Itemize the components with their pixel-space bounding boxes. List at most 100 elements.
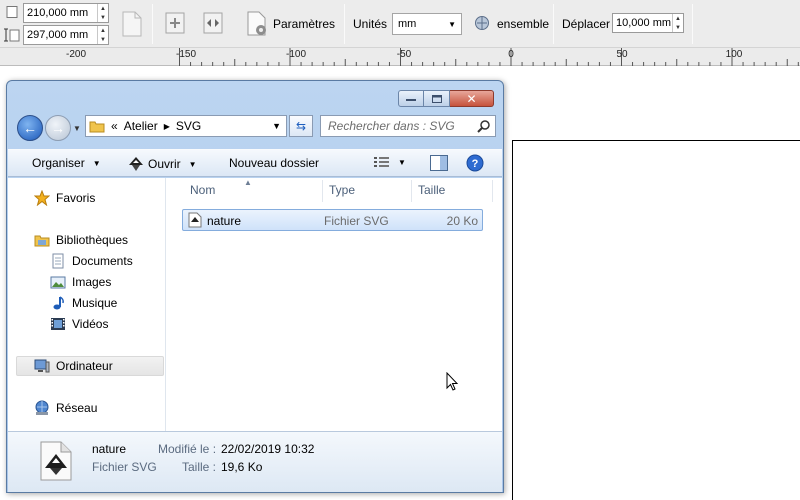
resize-page-icon[interactable] xyxy=(165,12,185,37)
page-width-icon xyxy=(5,5,19,22)
nav-favorites[interactable]: Favoris xyxy=(34,188,95,208)
nav-images[interactable]: Images xyxy=(50,272,111,292)
sort-ascending-icon: ▲ xyxy=(244,178,252,187)
mouse-cursor-icon xyxy=(446,372,459,391)
ensemble-label[interactable]: ensemble xyxy=(497,17,549,31)
view-options-button[interactable]: ▼ xyxy=(374,156,406,168)
page-icon[interactable] xyxy=(121,11,143,40)
horizontal-ruler: -200 -150 -100 -50 0 50 100 xyxy=(0,48,800,66)
nav-libraries-label: Bibliothèques xyxy=(56,233,129,247)
column-name[interactable]: Nom xyxy=(190,183,215,197)
ruler-label: -50 xyxy=(396,49,412,60)
toolbar-separator xyxy=(344,4,345,44)
nav-computer-label: Ordinateur xyxy=(56,359,113,373)
ensemble-icon xyxy=(474,15,490,34)
move-value: 10,000 mm xyxy=(616,17,672,29)
minimize-button[interactable] xyxy=(398,90,424,107)
column-size[interactable]: Taille xyxy=(418,183,445,197)
ruler-label: 0 xyxy=(508,49,514,60)
column-separator[interactable] xyxy=(322,180,323,202)
search-input[interactable] xyxy=(328,119,474,133)
nav-music-label: Musique xyxy=(72,296,118,310)
organize-button[interactable]: Organiser ▼ xyxy=(32,156,101,170)
file-name: nature xyxy=(207,214,242,228)
back-button[interactable]: ← xyxy=(17,115,43,141)
command-bar: Organiser ▼ Ouvrir ▼ Nouveau dossier ▼ ? xyxy=(8,149,502,177)
refresh-button[interactable]: ⇆ xyxy=(289,115,313,137)
preview-pane-button[interactable] xyxy=(430,155,448,171)
nav-computer[interactable]: Ordinateur xyxy=(34,356,113,376)
height-field[interactable]: 297,000 mm ▲ ▼ xyxy=(23,25,109,45)
toolbar-separator xyxy=(692,4,693,44)
nav-favorites-label: Favoris xyxy=(56,191,96,205)
document-settings-icon[interactable] xyxy=(246,11,270,40)
dialog-content: Favoris Bibliothèques Documents Images M… xyxy=(8,178,502,431)
column-separator[interactable] xyxy=(492,180,493,202)
height-value: 297,000 mm xyxy=(27,29,89,41)
toolbar-separator xyxy=(152,4,153,44)
history-dropdown-icon[interactable]: ▼ xyxy=(73,124,81,133)
ruler-label: 100 xyxy=(725,49,743,60)
chevron-down-icon: ▼ xyxy=(448,19,456,29)
file-row[interactable]: nature Fichier SVG 20 Ko xyxy=(182,209,483,231)
height-spinner[interactable]: ▲ ▼ xyxy=(97,26,108,44)
nav-documents[interactable]: Documents xyxy=(50,251,133,271)
ruler-label: -200 xyxy=(65,49,87,60)
new-folder-button[interactable]: Nouveau dossier xyxy=(229,156,319,170)
search-box[interactable] xyxy=(320,115,496,137)
nav-images-label: Images xyxy=(72,275,112,289)
computer-icon xyxy=(34,359,50,373)
width-field[interactable]: 210,000 mm ▲ ▼ xyxy=(23,3,109,23)
width-spinner[interactable]: ▲ ▼ xyxy=(97,4,108,22)
move-field[interactable]: 10,000 mm ▲ ▼ xyxy=(612,13,684,33)
details-size-value: 19,6 Ko xyxy=(221,460,263,474)
svg-text:?: ? xyxy=(472,158,479,170)
nav-libraries[interactable]: Bibliothèques xyxy=(34,230,128,250)
canvas-page[interactable] xyxy=(512,140,800,500)
images-icon xyxy=(50,276,66,289)
open-button[interactable]: Ouvrir ▼ xyxy=(128,156,197,172)
close-icon: ✕ xyxy=(466,91,477,106)
file-list: ▲ Nom Type Taille nature Fichier SVG 20 … xyxy=(167,178,502,431)
search-icon[interactable] xyxy=(477,119,491,133)
units-label: Unités xyxy=(353,17,388,31)
arrow-left-icon: ← xyxy=(23,120,37,136)
forward-button[interactable]: → xyxy=(45,115,71,141)
maximize-button[interactable] xyxy=(424,90,450,107)
nav-network[interactable]: Réseau xyxy=(34,398,97,418)
fit-page-icon[interactable] xyxy=(203,12,223,37)
width-value: 210,000 mm xyxy=(27,7,89,19)
breadcrumb-svg[interactable]: SVG xyxy=(176,119,201,133)
address-bar[interactable]: « Atelier ▶ SVG ▼ xyxy=(85,115,287,137)
preview-pane-icon xyxy=(430,155,448,171)
move-spinner[interactable]: ▲ ▼ xyxy=(672,14,683,32)
videos-icon xyxy=(51,318,65,330)
open-file-dialog: ✕ ← → ▼ « Atelier ▶ SVG ▼ ⇆ Organiser ▼ … xyxy=(6,80,504,493)
page-height-icon xyxy=(4,27,20,46)
ruler-label: -150 xyxy=(175,49,197,60)
ruler-label: -100 xyxy=(285,49,307,60)
nav-videos[interactable]: Vidéos xyxy=(50,314,108,334)
new-folder-label: Nouveau dossier xyxy=(229,156,320,170)
details-modified-label: Modifié le : xyxy=(158,442,217,456)
address-dropdown-icon[interactable]: ▼ xyxy=(272,121,281,131)
svg-file-icon xyxy=(188,212,202,228)
inkscape-icon xyxy=(129,157,143,171)
column-type[interactable]: Type xyxy=(329,183,355,197)
details-view-icon xyxy=(374,157,389,167)
settings-button-label[interactable]: Paramètres xyxy=(273,17,335,31)
file-size: 20 Ko xyxy=(446,214,478,228)
ruler-label: 50 xyxy=(616,49,628,60)
breadcrumb-overflow[interactable]: « xyxy=(111,119,118,133)
nav-documents-label: Documents xyxy=(72,254,133,268)
units-dropdown[interactable]: mm ▼ xyxy=(392,13,462,35)
units-value: mm xyxy=(398,18,417,30)
breadcrumb-atelier[interactable]: Atelier xyxy=(124,119,158,133)
nav-music[interactable]: Musique xyxy=(50,293,117,313)
help-button[interactable]: ? xyxy=(466,154,484,172)
column-separator[interactable] xyxy=(411,180,412,202)
close-button[interactable]: ✕ xyxy=(450,90,494,107)
chevron-down-icon: ▼ xyxy=(188,159,197,169)
organize-label: Organiser xyxy=(32,156,85,170)
breadcrumb-separator-icon[interactable]: ▶ xyxy=(164,122,170,131)
